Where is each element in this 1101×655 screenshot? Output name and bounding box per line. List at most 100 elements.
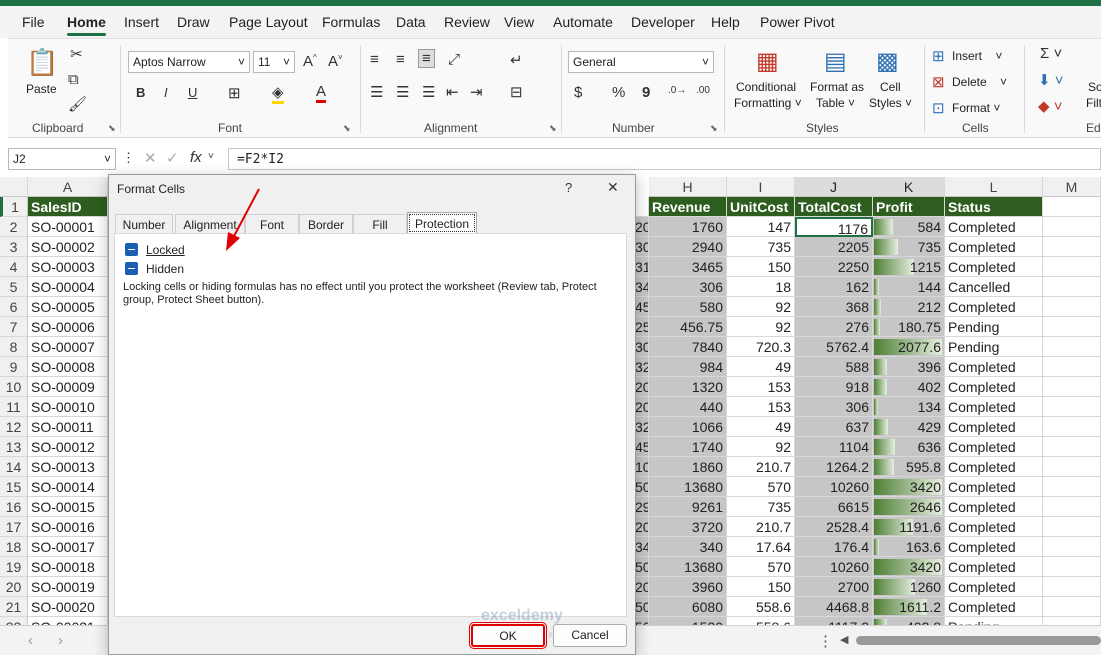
cell-j[interactable]: 588 — [795, 357, 873, 377]
cell-l[interactable]: Completed — [945, 237, 1043, 257]
ribbon-tab-home[interactable]: Home — [67, 14, 106, 36]
merge-center-icon[interactable]: ⊟ — [510, 83, 523, 101]
cell-j[interactable]: 2528.4 — [795, 517, 873, 537]
cell-l[interactable]: Completed — [945, 557, 1043, 577]
cell-i[interactable]: 570 — [727, 557, 795, 577]
ok-button[interactable]: OK — [469, 622, 547, 649]
ribbon-tab-view[interactable]: View — [504, 14, 534, 30]
cell-m[interactable] — [1043, 377, 1101, 397]
row-header[interactable]: 20 — [0, 577, 28, 597]
delete-cells-button[interactable]: Delete ˅ — [952, 75, 1007, 89]
cell-h[interactable]: 306 — [649, 277, 727, 297]
cell-k[interactable]: 180.75 — [873, 317, 945, 337]
increase-decimal-icon[interactable]: .0→ — [668, 85, 686, 96]
cell-k[interactable]: 1215 — [873, 257, 945, 277]
cell-j[interactable]: 176.4 — [795, 537, 873, 557]
cell-h[interactable]: 3960 — [649, 577, 727, 597]
format-as-table-button-2[interactable]: Table ˅ — [816, 96, 855, 110]
decrease-decimal-icon[interactable]: .00 — [696, 85, 710, 96]
row-header[interactable]: 12 — [0, 417, 28, 437]
cell-j[interactable]: 162 — [795, 277, 873, 297]
cancel-button[interactable]: Cancel — [553, 624, 627, 647]
align-right-icon[interactable]: ☰ — [422, 83, 435, 101]
cell-j[interactable]: 2205 — [795, 237, 873, 257]
cell-k[interactable]: 595.8 — [873, 457, 945, 477]
cell-h[interactable]: 3720 — [649, 517, 727, 537]
cell-m[interactable] — [1043, 337, 1101, 357]
cell-l[interactable]: Completed — [945, 537, 1043, 557]
format-cells-icon[interactable]: ⊡ — [932, 99, 945, 117]
insert-cells-icon[interactable]: ⊞ — [932, 47, 945, 65]
decrease-font-icon[interactable]: A˅ — [328, 53, 343, 70]
cell-a[interactable]: SO-00005 — [28, 297, 108, 317]
cell-m[interactable] — [1043, 477, 1101, 497]
comma-button[interactable]: 9 — [642, 84, 650, 101]
cell-h[interactable]: 984 — [649, 357, 727, 377]
cell-k[interactable]: 144 — [873, 277, 945, 297]
cell-l[interactable]: Completed — [945, 577, 1043, 597]
cancel-entry-icon[interactable]: ✕ — [144, 149, 157, 167]
cell-l[interactable]: Cancelled — [945, 277, 1043, 297]
increase-font-icon[interactable]: A^ — [303, 53, 317, 70]
header-cell-i[interactable]: UnitCost — [727, 197, 795, 217]
cell-a[interactable]: SO-00006 — [28, 317, 108, 337]
row-header[interactable]: 6 — [0, 297, 28, 317]
cell-k[interactable]: 429 — [873, 417, 945, 437]
cell-l[interactable]: Completed — [945, 297, 1043, 317]
cell-i[interactable]: 92 — [727, 297, 795, 317]
row-header[interactable]: 19 — [0, 557, 28, 577]
cell-h[interactable]: 1320 — [649, 377, 727, 397]
cell-l[interactable]: Completed — [945, 477, 1043, 497]
row-header[interactable]: 9 — [0, 357, 28, 377]
cell-k[interactable]: 3420 — [873, 557, 945, 577]
align-left-icon[interactable]: ☰ — [370, 83, 383, 101]
row-header[interactable]: 8 — [0, 337, 28, 357]
cell-l[interactable]: Completed — [945, 517, 1043, 537]
row-header[interactable]: 7 — [0, 317, 28, 337]
more-options-icon[interactable]: ⋮ — [122, 150, 135, 166]
cell-a[interactable]: SO-00004 — [28, 277, 108, 297]
column-header-l[interactable]: L — [945, 177, 1043, 197]
dialog-tab-protection[interactable]: Protection — [407, 212, 477, 234]
cell-i[interactable]: 92 — [727, 437, 795, 457]
cell-m[interactable] — [1043, 437, 1101, 457]
ribbon-tab-data[interactable]: Data — [396, 14, 426, 30]
orientation-icon[interactable]: ⤢ — [448, 51, 460, 68]
underline-button[interactable]: U — [188, 85, 197, 100]
delete-cells-icon[interactable]: ⊠ — [932, 73, 945, 91]
header-cell-h[interactable]: Revenue — [649, 197, 727, 217]
cell-h[interactable]: 3465 — [649, 257, 727, 277]
cell-h[interactable]: 9261 — [649, 497, 727, 517]
name-box[interactable]: J2 ˅ — [8, 148, 116, 170]
percent-button[interactable]: % — [612, 84, 625, 101]
font-name-box[interactable]: Aptos Narrow ˅ — [128, 51, 250, 73]
row-header[interactable]: 13 — [0, 437, 28, 457]
ribbon-tab-review[interactable]: Review — [444, 14, 490, 30]
cell-a[interactable]: SO-00019 — [28, 577, 108, 597]
dialog-launcher-icon[interactable]: ⬊ — [710, 123, 718, 134]
ribbon-tab-help[interactable]: Help — [711, 14, 740, 30]
cell-i[interactable]: 17.64 — [727, 537, 795, 557]
column-header-k[interactable]: K — [873, 177, 945, 197]
cell-l[interactable]: Completed — [945, 437, 1043, 457]
cell-j[interactable]: 6615 — [795, 497, 873, 517]
copy-icon[interactable]: ⧉ — [68, 71, 79, 88]
cell-k[interactable]: 2077.6 — [873, 337, 945, 357]
cell-m[interactable] — [1043, 537, 1101, 557]
row-header[interactable]: 16 — [0, 497, 28, 517]
prev-sheet-icon[interactable]: ‹ — [28, 632, 33, 649]
cell-a[interactable]: SO-00016 — [28, 517, 108, 537]
cell-m[interactable] — [1043, 257, 1101, 277]
align-top-icon[interactable]: ≡ — [370, 51, 379, 68]
insert-function-button[interactable]: fx — [190, 149, 202, 166]
borders-icon[interactable]: ⊞ — [228, 84, 241, 102]
row-header[interactable]: 21 — [0, 597, 28, 617]
cell-j[interactable]: 918 — [795, 377, 873, 397]
cell-m[interactable] — [1043, 317, 1101, 337]
scroll-left-icon[interactable]: ◀ — [840, 633, 848, 646]
cell-h[interactable]: 13680 — [649, 557, 727, 577]
row-header[interactable]: 17 — [0, 517, 28, 537]
autosum-icon[interactable]: Σ ˅ — [1040, 45, 1062, 62]
dialog-launcher-icon[interactable]: ⬊ — [108, 123, 116, 134]
cell-j[interactable]: 368 — [795, 297, 873, 317]
